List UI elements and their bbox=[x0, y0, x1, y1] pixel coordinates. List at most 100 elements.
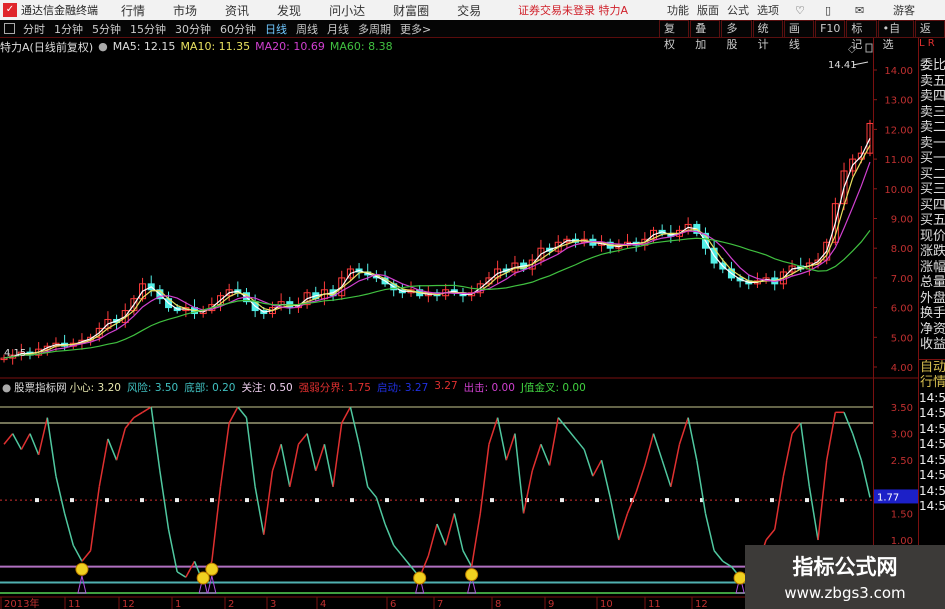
oscillator-segment bbox=[263, 470, 274, 535]
menu-wenxiaoda[interactable]: 问小达 bbox=[329, 2, 365, 19]
ma10-line bbox=[3, 144, 871, 359]
menu-shichang[interactable]: 市场 bbox=[173, 2, 197, 19]
oscillator-segment bbox=[228, 406, 239, 424]
oscillator-segment bbox=[444, 513, 456, 546]
period-1min[interactable]: 1分钟 bbox=[54, 21, 83, 37]
add-watchlist-button[interactable]: •自选 bbox=[877, 20, 914, 51]
oscillator-segment bbox=[341, 406, 352, 424]
auto-quote-tab[interactable]: 行情 bbox=[919, 375, 945, 391]
oscillator-segment bbox=[254, 486, 265, 535]
menu-gongshi[interactable]: 公式 bbox=[727, 2, 749, 18]
buy-triangle-icon bbox=[77, 575, 87, 594]
tick-time: 14:56 bbox=[919, 437, 945, 451]
period-monthly[interactable]: 月线 bbox=[327, 21, 349, 37]
time-tick-label: 10 bbox=[600, 599, 613, 609]
time-tick-label: 11 bbox=[648, 599, 661, 609]
oscillator-segment bbox=[115, 428, 126, 461]
divider-marker bbox=[420, 498, 424, 503]
oscillator-segment bbox=[72, 544, 83, 562]
price-tick-label: 9.00 bbox=[891, 215, 913, 226]
sidebar-header[interactable]: L R bbox=[919, 38, 945, 58]
time-tick-label: 2013年 bbox=[4, 597, 39, 609]
user-label[interactable]: 游客 bbox=[893, 2, 915, 18]
support-icon[interactable]: ♡ bbox=[795, 4, 805, 17]
message-icon[interactable]: ✉ bbox=[855, 4, 864, 17]
last-value-label: 1.77 bbox=[877, 492, 899, 503]
indicator-item: 出击: 0.00 bbox=[463, 382, 515, 394]
oscillator-segment bbox=[133, 411, 143, 419]
fuquan-button[interactable]: 复权 bbox=[659, 20, 690, 51]
tick-time: 14:56 bbox=[919, 468, 945, 482]
tick-time: 14:56 bbox=[919, 421, 945, 436]
indicator-item: 关注: 0.50 bbox=[241, 382, 293, 394]
ma5-line bbox=[3, 138, 871, 359]
quote-label: 现价 bbox=[920, 228, 945, 244]
menu-banmian[interactable]: 版面 bbox=[697, 2, 719, 18]
ma20-line bbox=[3, 161, 871, 359]
indicator-item: 风险: 3.50 bbox=[126, 382, 179, 394]
multi-stock-button[interactable]: 多股 bbox=[721, 20, 752, 51]
quote-label: 买四 bbox=[920, 197, 945, 213]
oscillator-segment bbox=[81, 550, 92, 562]
oscillator-segment bbox=[583, 449, 594, 477]
period-5min[interactable]: 5分钟 bbox=[92, 21, 121, 37]
period-60min[interactable]: 60分钟 bbox=[220, 21, 256, 37]
oscillator-segment bbox=[704, 513, 715, 551]
oscillator-segment bbox=[245, 417, 256, 487]
divider-marker bbox=[770, 498, 774, 503]
stats-button[interactable]: 统计 bbox=[752, 20, 783, 51]
time-tick-label: 2 bbox=[228, 599, 234, 609]
period-15min[interactable]: 15分钟 bbox=[130, 21, 166, 37]
menu-jiaoyi[interactable]: 交易 bbox=[457, 2, 481, 19]
draw-line-button[interactable]: 画线 bbox=[783, 20, 815, 51]
oscillator-segment bbox=[808, 486, 819, 541]
phone-icon[interactable]: ▯ bbox=[825, 4, 831, 17]
indicator-name[interactable]: 股票指标网 bbox=[14, 380, 67, 395]
login-status[interactable]: 证券交易未登录 特力A bbox=[518, 2, 628, 18]
period-more[interactable]: 更多> bbox=[400, 21, 431, 37]
app-title: 通达信金融终端 bbox=[21, 4, 98, 17]
tick-time: 14:56 bbox=[919, 406, 945, 420]
quote-label: 总量 bbox=[920, 275, 945, 290]
time-tick-label: 1 bbox=[175, 599, 181, 609]
oscillator-segment bbox=[176, 571, 187, 578]
quote-label: 买一 bbox=[920, 151, 945, 166]
period-30min[interactable]: 30分钟 bbox=[175, 21, 211, 37]
period-daily[interactable]: 日线 bbox=[265, 21, 287, 37]
menu-caifuquan[interactable]: 财富圈 bbox=[393, 2, 429, 19]
quote-label: 涨跌 bbox=[920, 244, 945, 259]
oscillator-segment bbox=[211, 486, 222, 562]
time-tick-label: 3 bbox=[270, 599, 276, 609]
oscillator-segment bbox=[592, 459, 603, 477]
oscillator-segment bbox=[384, 523, 395, 546]
overlay-button[interactable]: 叠加 bbox=[690, 20, 721, 51]
time-tick-label: 4 bbox=[320, 599, 326, 609]
signal-face-icon bbox=[465, 568, 479, 582]
oscillator-segment bbox=[89, 486, 101, 551]
oscillator-segment bbox=[12, 433, 22, 450]
indicator-settings-icon[interactable]: ● bbox=[2, 382, 11, 394]
menu-faxian[interactable]: 发现 bbox=[277, 2, 301, 19]
menu-zixun[interactable]: 资讯 bbox=[225, 2, 249, 19]
f10-button[interactable]: F10 bbox=[815, 20, 846, 38]
window-toggle-icon[interactable] bbox=[4, 23, 15, 34]
menu-gongneng[interactable]: 功能 bbox=[667, 2, 689, 18]
indicator-legend: ● 股票指标网 小心: 3.20 风险: 3.50 底部: 0.20 关注: 0.50… bbox=[2, 380, 595, 395]
oscillator-segment bbox=[566, 427, 577, 440]
period-multi[interactable]: 多周期 bbox=[358, 21, 391, 37]
oscillator-segment bbox=[696, 460, 707, 514]
kline-chart[interactable]: 14.0013.0012.0011.0010.009.008.007.006.0… bbox=[0, 0, 945, 609]
divider-marker bbox=[210, 498, 214, 503]
oscillator-segment bbox=[237, 406, 248, 419]
mark-button[interactable]: 标记 bbox=[846, 20, 877, 51]
oscillator-segment bbox=[367, 486, 377, 498]
menu-hangqing[interactable]: 行情 bbox=[121, 2, 145, 19]
back-button[interactable]: 返回 bbox=[914, 20, 945, 51]
period-toolbar: 分时 1分钟 5分钟 15分钟 30分钟 60分钟 日线 周线 月线 多周期 更… bbox=[0, 20, 945, 51]
auto-quote-tab[interactable]: 自动 bbox=[919, 360, 945, 376]
oscillator-segment bbox=[644, 433, 655, 466]
period-fenshi[interactable]: 分时 bbox=[23, 21, 45, 37]
period-weekly[interactable]: 周线 bbox=[296, 21, 318, 37]
settings-circle-icon[interactable]: ● bbox=[98, 40, 108, 53]
menu-xuanxiang[interactable]: 选项 bbox=[757, 2, 779, 18]
